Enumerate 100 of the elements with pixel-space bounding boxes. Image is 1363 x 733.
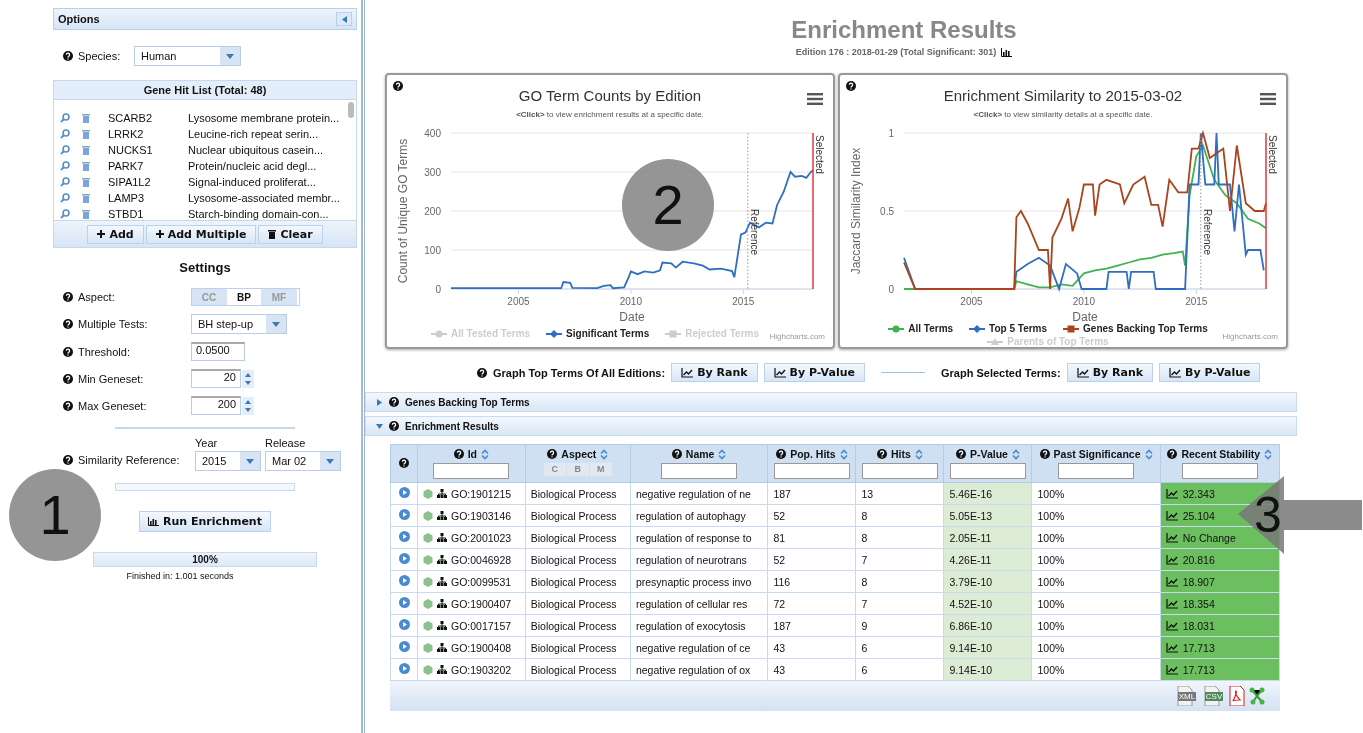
gene-symbol: LRRK2 (108, 128, 145, 140)
gene-description: Lysosome-associated membr... (188, 192, 341, 204)
table-cell: 116 (767, 570, 856, 593)
number-input[interactable]: 200 (191, 396, 241, 415)
table-cell: 52 (767, 504, 856, 527)
graph-button[interactable]: By Rank (1066, 363, 1154, 382)
toolbar-button[interactable]: Add (87, 224, 144, 244)
table-cell: 8 (855, 570, 944, 593)
field-label: Release (265, 437, 307, 449)
chart-hint: <Click> to view enrichment results at a specific date. (516, 110, 704, 119)
y-tick-label: 0.5 (880, 206, 894, 217)
field-label: Threshold: (78, 345, 130, 358)
legend-item[interactable]: Top 5 Terms (969, 323, 1048, 334)
table-cell: 13 (855, 482, 944, 505)
table-cell: 100% (1032, 504, 1161, 527)
gene-symbol: PARK7 (108, 160, 145, 172)
panel-title: Options (58, 13, 100, 25)
callout-badge: 2 (622, 159, 714, 251)
table-cell: GO:0017157 (451, 619, 512, 632)
table-cell: negative regulation of ce (630, 636, 768, 659)
column-header: P-Value (970, 448, 1008, 460)
stability-value: 17.713 (1182, 663, 1215, 676)
table-cell: 8 (855, 526, 944, 549)
table-cell: 187 (767, 482, 856, 505)
line-label: Reference (1201, 209, 1213, 256)
callout-number: 3 (1254, 490, 1282, 540)
table-cell: regulation of autophagy (630, 504, 768, 527)
chart-title: GO Term Counts by Edition (518, 87, 702, 104)
stability-value: 18.031 (1182, 619, 1215, 632)
gene-symbol: SIPA1L2 (108, 176, 152, 188)
run-enrichment-button[interactable]: Run Enrichment (139, 511, 271, 532)
table-cell: Biological Process (525, 614, 631, 637)
table-cell: Biological Process (525, 570, 631, 593)
table-cell: Biological Process (525, 592, 631, 615)
graph-controls-label: Graph Top Terms Of All Editions: (493, 366, 666, 379)
threshold-input[interactable]: 0.0500 (191, 342, 245, 361)
table-cell: Biological Process (525, 658, 631, 681)
stability-value: 18.354 (1182, 597, 1215, 610)
field-label: Similarity Reference: (78, 454, 180, 466)
gene-description: Nuclear ubiquitous casein... (188, 144, 325, 156)
stability-value: 18.907 (1182, 575, 1215, 588)
page-subtitle: Edition 176 : 2018-01-29 (Total Significant: 301) (795, 47, 997, 57)
gene-symbol: NUCKS1 (108, 144, 154, 156)
field-label: Min Geneset: (78, 372, 144, 385)
stability-value: 32.343 (1182, 487, 1215, 500)
graph-button[interactable]: By P-Value (763, 363, 865, 382)
chart-credit: Highcharts.com (1222, 332, 1278, 341)
legend-item[interactable]: Genes Backing Top Terms (1063, 323, 1208, 334)
progress-text: 100% (191, 553, 219, 566)
toolbar-button[interactable]: Add Multiple (145, 224, 257, 244)
table-cell: regulation of response to (630, 526, 768, 549)
column-header: Recent Stability (1181, 448, 1261, 460)
table-cell: 6 (855, 636, 944, 659)
field-label: Max Geneset: (78, 399, 147, 412)
x-tick-label: 2015 (1185, 296, 1208, 307)
y-tick-label: 300 (424, 167, 441, 178)
table-cell: 100% (1032, 658, 1161, 681)
column-header: Hits (891, 448, 911, 460)
number-input[interactable]: 20 (191, 369, 241, 388)
y-tick-label: 200 (424, 206, 441, 217)
y-tick-label: 0 (435, 284, 441, 295)
gene-list-title: Gene Hit List (Total: 48) (54, 81, 356, 100)
legend-item[interactable]: Significant Terms (546, 328, 650, 339)
multiple-tests-select[interactable]: BH step-up (191, 314, 287, 334)
table-cell: 100% (1032, 614, 1161, 637)
table-cell: 9 (855, 614, 944, 637)
stability-value: 17.713 (1182, 641, 1215, 654)
section-header[interactable]: Enrichment Results (365, 416, 1297, 436)
graph-button[interactable]: By Rank (671, 363, 758, 382)
stability-value: 25.104 (1182, 509, 1215, 522)
table-cell: Biological Process (525, 482, 631, 505)
table-cell: 8 (855, 504, 944, 527)
table-cell: regulation of exocytosis (630, 614, 768, 637)
line-label: Selected (1267, 135, 1278, 174)
table-cell: GO:1903202 (451, 663, 512, 676)
graph-button[interactable]: By P-Value (1159, 363, 1261, 382)
chart-credit: Highcharts.com (769, 332, 825, 341)
toolbar-button[interactable]: Clear (258, 224, 323, 244)
gene-symbol: SCARB2 (108, 112, 154, 124)
table-cell: Biological Process (525, 636, 631, 659)
gene-description: Protein/nucleic acid degl... (188, 160, 318, 172)
table-cell: 100% (1032, 548, 1161, 571)
column-header: Aspect (561, 448, 597, 460)
table-cell: GO:1901215 (451, 487, 512, 500)
section-header[interactable]: Genes Backing Top Terms (365, 392, 1297, 412)
settings-heading: Settings (178, 260, 232, 275)
field-label: Year (195, 437, 219, 449)
x-axis-title: Date (1072, 310, 1098, 323)
table-cell: Biological Process (525, 504, 631, 527)
species-select[interactable]: Human (134, 46, 241, 66)
legend-item[interactable]: All Terms (888, 323, 954, 334)
y-tick-label: 400 (424, 128, 441, 139)
year-select[interactable]: 2015 (195, 451, 261, 471)
column-header: Past Significance (1053, 448, 1141, 460)
gene-description: Signal-induced proliferat... (188, 176, 317, 188)
table-cell: 72 (767, 592, 856, 615)
y-tick-label: 0 (888, 284, 894, 295)
line-label: Reference (748, 209, 760, 256)
release-select[interactable]: Mar 02 (265, 451, 341, 471)
table-cell: 43 (767, 658, 856, 681)
